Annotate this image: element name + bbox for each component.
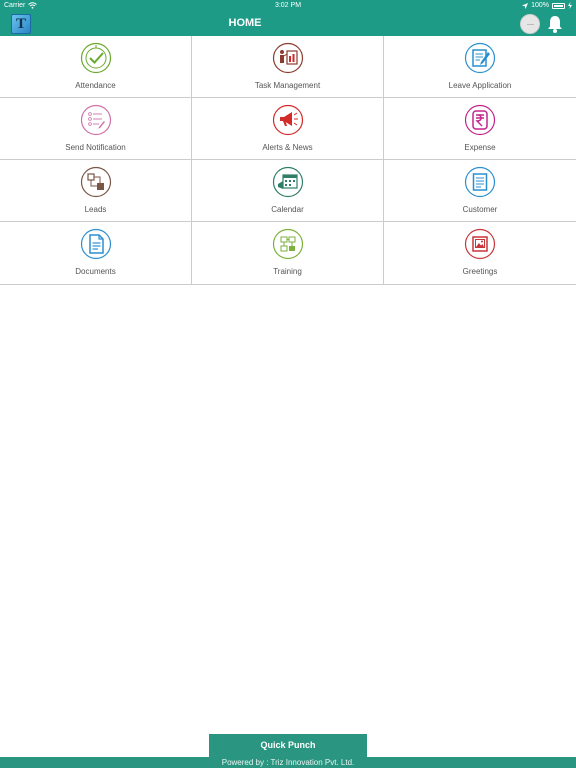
menu-label: Send Notification — [65, 143, 126, 152]
battery-percent: 100% — [531, 2, 549, 9]
menu-item-send-notification[interactable]: Send Notification — [0, 98, 192, 160]
presentation-icon — [272, 42, 304, 74]
page-title: HOME — [228, 17, 262, 29]
menu-label: Greetings — [462, 267, 498, 276]
form-edit-icon — [464, 42, 496, 74]
quick-punch-button[interactable]: Quick Punch — [209, 734, 367, 757]
picture-card-icon — [464, 228, 496, 260]
rupee-icon — [464, 104, 496, 136]
menu-item-training[interactable]: Training — [192, 222, 384, 284]
menu-item-leads[interactable]: Leads — [0, 160, 192, 222]
status-time: 3:02 PM — [274, 2, 302, 9]
menu-label: Documents — [75, 267, 116, 276]
calendar-icon — [272, 166, 304, 198]
menu-item-attendance[interactable]: Attendance — [0, 36, 192, 98]
circuit-icon — [272, 228, 304, 260]
menu-label: Leads — [84, 205, 107, 214]
menu-item-customer[interactable]: Customer — [384, 160, 576, 222]
document-list-icon — [464, 166, 496, 198]
clock-check-icon — [80, 42, 112, 74]
menu-label: Calendar — [271, 205, 304, 214]
menu-label: Task Management — [254, 81, 321, 90]
menu-label: Leave Application — [448, 81, 512, 90]
menu-item-documents[interactable]: Documents — [0, 222, 192, 284]
powered-by-footer: Powered by : Triz Innovation Pvt. Ltd. — [0, 757, 576, 768]
nav-bar: T HOME — [0, 12, 576, 36]
battery-icon — [552, 2, 565, 9]
bell-icon[interactable] — [545, 14, 565, 34]
list-icon — [80, 104, 112, 136]
document-icon — [80, 228, 112, 260]
megaphone-icon — [272, 104, 304, 136]
flow-icon — [80, 166, 112, 198]
menu-item-leave-application[interactable]: Leave Application — [384, 36, 576, 98]
avatar[interactable] — [520, 14, 540, 34]
menu-label: Alerts & News — [262, 143, 313, 152]
menu-label: Expense — [464, 143, 496, 152]
menu-item-task-management[interactable]: Task Management — [192, 36, 384, 98]
menu-item-expense[interactable]: Expense — [384, 98, 576, 160]
menu-item-calendar[interactable]: Calendar — [192, 160, 384, 222]
location-icon — [522, 2, 529, 9]
menu-label: Training — [273, 267, 302, 276]
menu-grid: Attendance Task Management Leave Applica… — [0, 36, 576, 285]
status-bar: Carrier 3:02 PM 100% — [0, 0, 576, 12]
menu-label: Customer — [462, 205, 498, 214]
charging-icon — [568, 2, 572, 9]
menu-label: Attendance — [75, 81, 116, 90]
menu-item-alerts-news[interactable]: Alerts & News — [192, 98, 384, 160]
menu-item-greetings[interactable]: Greetings — [384, 222, 576, 284]
